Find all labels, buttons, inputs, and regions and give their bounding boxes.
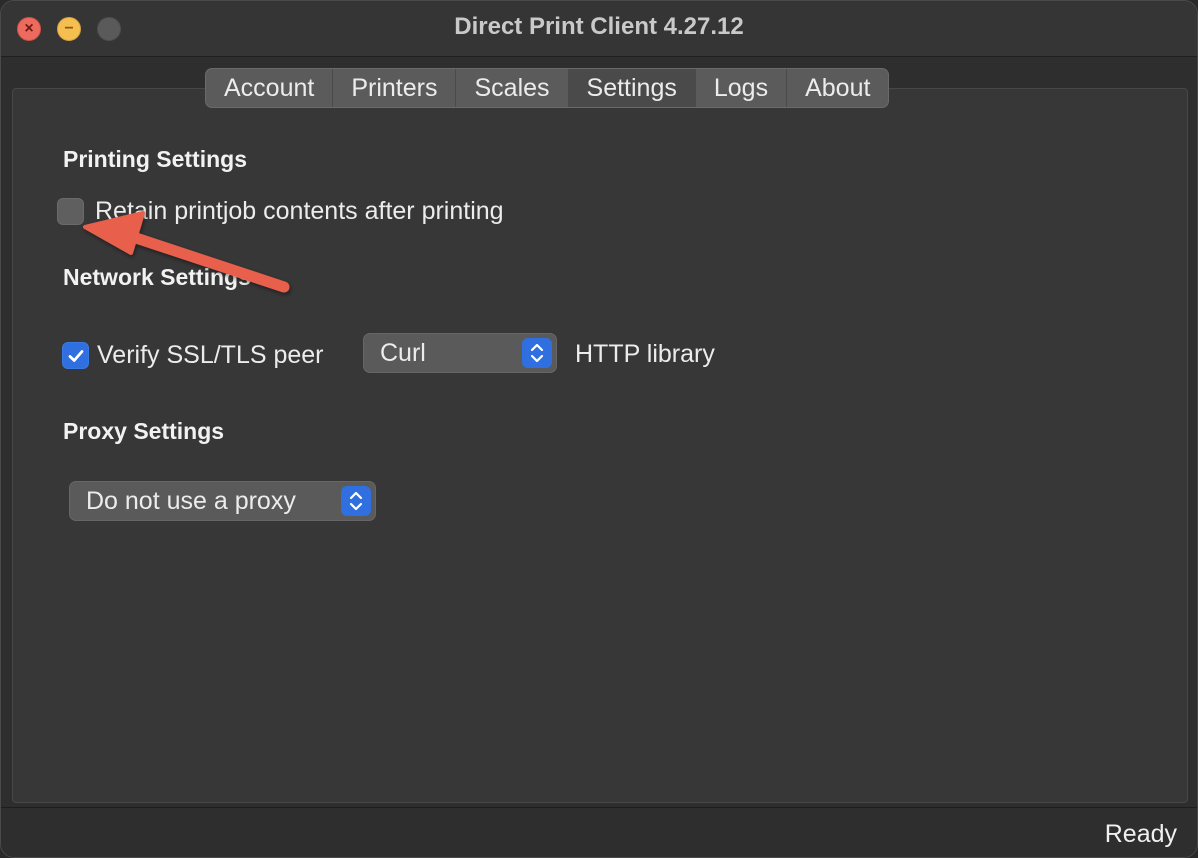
printing-settings-heading: Printing Settings — [63, 146, 247, 172]
settings-panel — [12, 88, 1188, 803]
app-window: × − Direct Print Client 4.27.12 Account … — [0, 0, 1198, 858]
arrow-icon — [83, 211, 290, 293]
title-bar: × − Direct Print Client 4.27.12 — [1, 1, 1197, 57]
http-library-label: HTTP library — [575, 340, 715, 368]
status-text: Ready — [1104, 820, 1177, 848]
tab-account[interactable]: Account — [206, 69, 334, 107]
verify-ssl-label: Verify SSL/TLS peer — [97, 341, 324, 369]
tab-logs[interactable]: Logs — [696, 69, 788, 107]
http-library-value: Curl — [380, 338, 426, 367]
chevron-updown-icon — [522, 338, 552, 368]
tab-bar: Account Printers Scales Settings Logs Ab… — [205, 68, 890, 108]
status-bar: Ready — [1, 807, 1197, 857]
tab-about[interactable]: About — [787, 69, 888, 107]
verify-ssl-row: Verify SSL/TLS peer — [62, 341, 324, 370]
tab-printers[interactable]: Printers — [333, 69, 457, 107]
tab-settings[interactable]: Settings — [568, 69, 696, 107]
proxy-settings-heading: Proxy Settings — [63, 418, 225, 444]
http-library-select[interactable]: Curl — [363, 333, 557, 373]
verify-ssl-checkbox[interactable] — [62, 342, 89, 369]
proxy-value: Do not use a proxy — [86, 486, 296, 515]
proxy-select[interactable]: Do not use a proxy — [69, 481, 376, 521]
chevron-updown-icon — [341, 486, 371, 516]
window-title: Direct Print Client 4.27.12 — [454, 13, 744, 40]
checkmark-icon — [68, 349, 83, 362]
tab-scales[interactable]: Scales — [456, 69, 569, 107]
